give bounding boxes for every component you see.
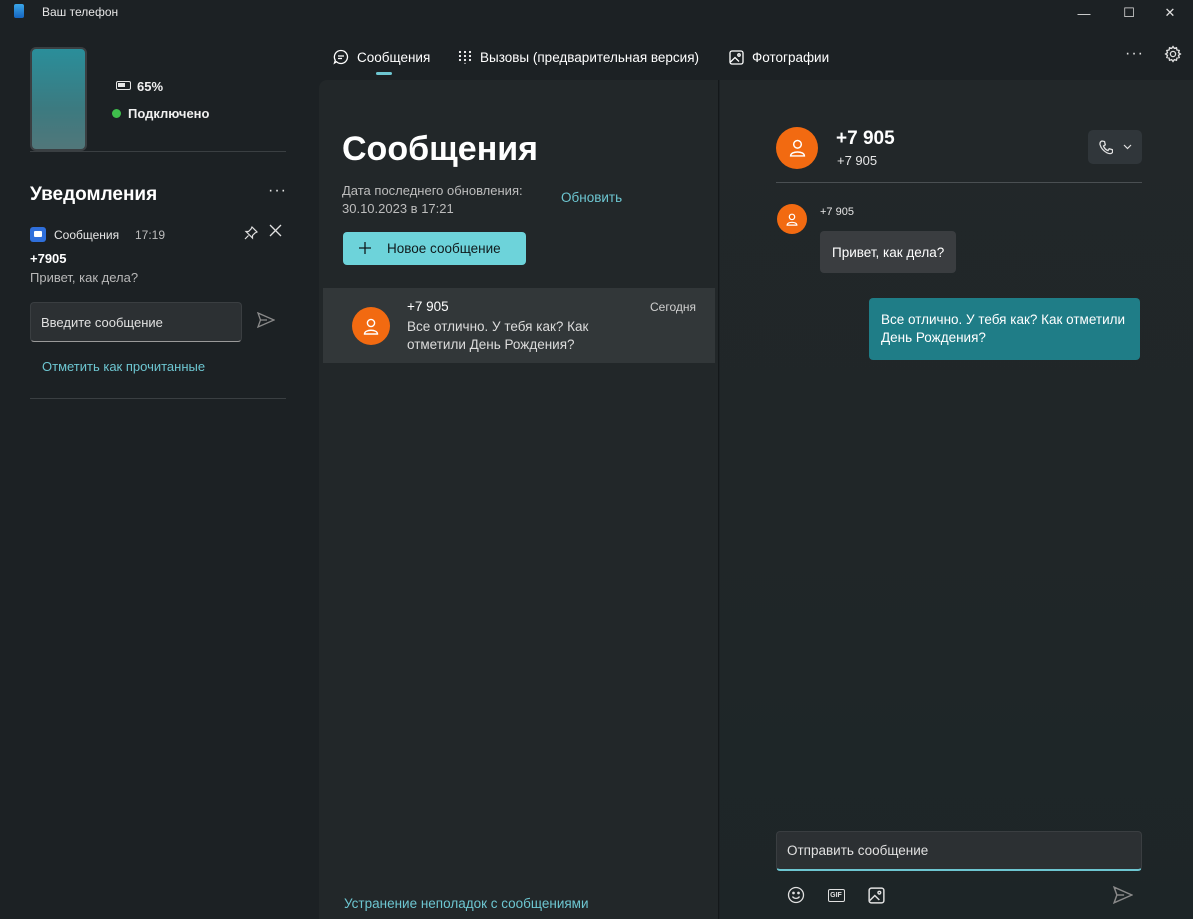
refresh-link[interactable]: Обновить [561,190,622,205]
notification-time: 17:19 [135,228,166,242]
conversation-preview: Все отлично. У тебя как? Как отметили Де… [407,319,589,352]
attach-image-icon[interactable] [865,884,887,906]
divider [776,182,1142,183]
page-title: Сообщения [342,130,538,168]
emoji-icon[interactable] [785,884,807,906]
messages-app-icon [30,227,46,242]
chevron-down-icon [1123,144,1131,150]
divider [30,398,286,399]
tab-photos[interactable]: Фотографии [729,46,829,68]
title-bar: Ваш телефон — ☐ ✕ [0,0,1193,26]
phone-preview-image[interactable] [30,47,87,151]
settings-icon[interactable] [1164,45,1182,68]
close-window-button[interactable]: ✕ [1147,0,1193,26]
send-reply-icon[interactable] [256,311,276,333]
window-title: Ваш телефон [42,5,119,19]
call-button[interactable] [1088,130,1142,164]
active-tab-indicator [376,72,392,75]
phone-call-icon [1098,139,1113,154]
conversation-name: +7 905 [407,299,449,314]
tab-messages[interactable]: Сообщения [333,46,430,68]
tab-label: Сообщения [357,49,431,65]
close-notification-icon[interactable] [269,224,282,241]
outgoing-message-bubble: Все отлично. У тебя как? Как отметили Де… [869,298,1140,360]
person-icon [789,139,805,157]
tab-calls[interactable]: Вызовы (предварительная версия) [458,46,699,68]
message-compose-input[interactable] [776,831,1142,871]
message-icon [333,49,349,65]
more-options-button[interactable]: ··· [1125,45,1144,63]
new-message-label: Новое сообщение [387,241,501,256]
mark-as-read-link[interactable]: Отметить как прочитанные [42,359,205,374]
contact-avatar [352,307,390,345]
sender-avatar [777,204,807,234]
pin-icon[interactable] [244,225,259,243]
notification-app-name: Сообщения [54,228,120,242]
person-icon [786,213,798,226]
notification-body: Привет, как дела? [30,270,139,285]
person-icon [363,318,379,335]
divider [30,151,286,152]
last-updated-label: Дата последнего обновления: 30.10.2023 в… [342,183,523,216]
maximize-button[interactable]: ☐ [1106,0,1152,26]
plus-icon [359,238,371,259]
notifications-more-button[interactable]: ··· [268,182,287,200]
gif-button[interactable]: GIF [825,884,847,906]
gif-icon: GIF [827,888,845,902]
photo-icon [729,49,744,65]
notification-reply-input[interactable] [30,302,242,342]
incoming-message-bubble: Привет, как дела? [820,231,957,273]
connected-status-dot [112,109,121,118]
new-message-button[interactable]: Новое сообщение [343,232,526,265]
conversation-date: Сегодня [650,300,696,314]
chat-contact-avatar [776,127,818,169]
chat-contact-name: +7 905 [836,128,895,149]
tab-label: Вызовы (предварительная версия) [480,49,700,65]
notification-sender: +7905 [30,251,67,266]
connection-status: Подключено [128,106,210,121]
message-sender: +7 905 [820,206,854,218]
notifications-heading: Уведомления [30,184,158,205]
tab-label: Фотографии [752,49,830,65]
battery-icon [116,81,131,90]
send-message-icon[interactable] [1112,884,1134,906]
chat-contact-number: +7 905 [837,153,878,168]
battery-level: 65% [137,79,164,94]
phone-app-icon [14,4,24,18]
dialpad-icon [458,50,472,64]
troubleshoot-link[interactable]: Устранение неполадок с сообщениями [344,896,589,911]
minimize-button[interactable]: — [1061,0,1107,26]
